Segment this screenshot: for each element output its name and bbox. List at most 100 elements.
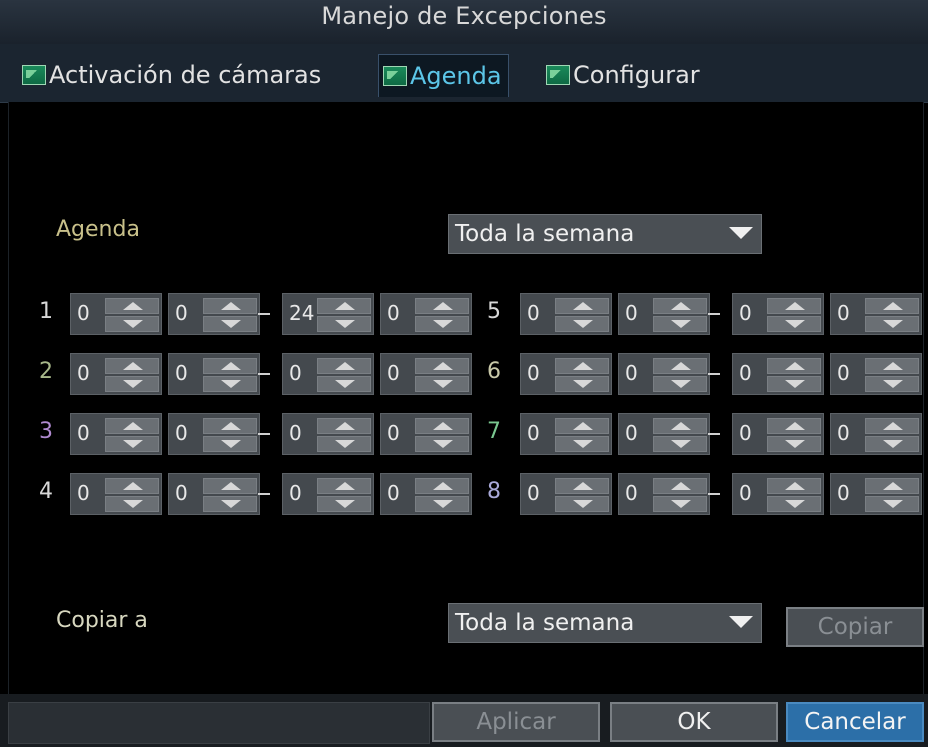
chevron-down-icon[interactable] xyxy=(415,376,469,392)
tab-camera-activation[interactable]: Activación de cámaras xyxy=(22,54,321,96)
end-hour-spinner[interactable]: 0 xyxy=(732,293,824,335)
chevron-down-icon[interactable] xyxy=(105,316,159,332)
chevron-down-icon[interactable] xyxy=(203,436,257,452)
chevron-up-icon[interactable] xyxy=(865,478,919,494)
chevron-down-icon[interactable] xyxy=(865,496,919,512)
chevron-down-icon[interactable] xyxy=(105,376,159,392)
start-minute-spinner[interactable]: 0 xyxy=(618,293,710,335)
schedule-day-select[interactable]: Toda la semana xyxy=(448,214,762,254)
chevron-down-icon[interactable] xyxy=(203,496,257,512)
start-hour-spinner[interactable]: 0 xyxy=(70,413,162,455)
chevron-down-icon[interactable] xyxy=(555,316,609,332)
chevron-up-icon[interactable] xyxy=(203,298,257,314)
end-minute-spinner[interactable]: 0 xyxy=(830,413,922,455)
chevron-up-icon[interactable] xyxy=(105,358,159,374)
chevron-down-icon[interactable] xyxy=(653,436,707,452)
end-minute-spinner[interactable]: 0 xyxy=(380,293,472,335)
start-minute-spinner[interactable]: 0 xyxy=(168,473,260,515)
chevron-down-icon[interactable] xyxy=(415,496,469,512)
chevron-up-icon[interactable] xyxy=(105,478,159,494)
chevron-up-icon[interactable] xyxy=(317,358,371,374)
chevron-up-icon[interactable] xyxy=(317,478,371,494)
chevron-up-icon[interactable] xyxy=(865,418,919,434)
apply-button[interactable]: Aplicar xyxy=(432,702,600,742)
end-hour-spinner[interactable]: 0 xyxy=(732,353,824,395)
start-hour-spinner[interactable]: 0 xyxy=(70,353,162,395)
end-hour-spinner[interactable]: 0 xyxy=(282,473,374,515)
chevron-up-icon[interactable] xyxy=(555,298,609,314)
chevron-up-icon[interactable] xyxy=(653,358,707,374)
start-hour-spinner[interactable]: 0 xyxy=(70,473,162,515)
end-hour-spinner[interactable]: 0 xyxy=(282,353,374,395)
start-hour-spinner[interactable]: 0 xyxy=(520,293,612,335)
end-minute-spinner[interactable]: 0 xyxy=(380,473,472,515)
end-hour-spinner[interactable]: 0 xyxy=(282,413,374,455)
start-hour-spinner[interactable]: 0 xyxy=(520,473,612,515)
chevron-up-icon[interactable] xyxy=(555,478,609,494)
chevron-up-icon[interactable] xyxy=(317,298,371,314)
end-minute-spinner[interactable]: 0 xyxy=(830,293,922,335)
chevron-down-icon[interactable] xyxy=(415,316,469,332)
chevron-up-icon[interactable] xyxy=(105,418,159,434)
chevron-down-icon[interactable] xyxy=(105,436,159,452)
chevron-up-icon[interactable] xyxy=(415,358,469,374)
start-hour-spinner[interactable]: 0 xyxy=(70,293,162,335)
chevron-down-icon[interactable] xyxy=(317,316,371,332)
chevron-up-icon[interactable] xyxy=(767,358,821,374)
chevron-up-icon[interactable] xyxy=(203,478,257,494)
chevron-up-icon[interactable] xyxy=(415,478,469,494)
start-hour-spinner[interactable]: 0 xyxy=(520,413,612,455)
end-minute-spinner[interactable]: 0 xyxy=(380,413,472,455)
chevron-down-icon[interactable] xyxy=(653,316,707,332)
cancel-button[interactable]: Cancelar xyxy=(786,702,924,742)
ok-button[interactable]: OK xyxy=(610,702,778,742)
chevron-up-icon[interactable] xyxy=(653,298,707,314)
chevron-down-icon[interactable] xyxy=(767,436,821,452)
chevron-up-icon[interactable] xyxy=(555,418,609,434)
chevron-up-icon[interactable] xyxy=(203,358,257,374)
chevron-up-icon[interactable] xyxy=(555,358,609,374)
chevron-down-icon[interactable] xyxy=(105,496,159,512)
end-hour-spinner[interactable]: 0 xyxy=(732,413,824,455)
end-minute-spinner[interactable]: 0 xyxy=(830,473,922,515)
end-minute-spinner[interactable]: 0 xyxy=(380,353,472,395)
chevron-down-icon[interactable] xyxy=(653,376,707,392)
chevron-up-icon[interactable] xyxy=(767,298,821,314)
end-hour-spinner[interactable]: 24 xyxy=(282,293,374,335)
start-minute-spinner[interactable]: 0 xyxy=(618,353,710,395)
chevron-down-icon[interactable] xyxy=(767,316,821,332)
chevron-up-icon[interactable] xyxy=(415,298,469,314)
start-minute-spinner[interactable]: 0 xyxy=(168,353,260,395)
chevron-down-icon[interactable] xyxy=(203,376,257,392)
chevron-down-icon[interactable] xyxy=(317,496,371,512)
copy-button[interactable]: Copiar xyxy=(786,607,924,647)
chevron-up-icon[interactable] xyxy=(203,418,257,434)
chevron-up-icon[interactable] xyxy=(767,478,821,494)
start-minute-spinner[interactable]: 0 xyxy=(168,413,260,455)
chevron-down-icon[interactable] xyxy=(865,376,919,392)
chevron-down-icon[interactable] xyxy=(317,436,371,452)
end-hour-spinner[interactable]: 0 xyxy=(732,473,824,515)
tab-schedule[interactable]: Agenda xyxy=(378,54,509,97)
chevron-up-icon[interactable] xyxy=(865,298,919,314)
chevron-down-icon[interactable] xyxy=(555,436,609,452)
chevron-down-icon[interactable] xyxy=(555,496,609,512)
chevron-down-icon[interactable] xyxy=(203,316,257,332)
chevron-up-icon[interactable] xyxy=(767,418,821,434)
chevron-down-icon[interactable] xyxy=(767,496,821,512)
chevron-up-icon[interactable] xyxy=(653,478,707,494)
chevron-down-icon[interactable] xyxy=(653,496,707,512)
tab-configure[interactable]: Configurar xyxy=(546,54,700,96)
chevron-up-icon[interactable] xyxy=(317,418,371,434)
start-minute-spinner[interactable]: 0 xyxy=(168,293,260,335)
start-minute-spinner[interactable]: 0 xyxy=(618,413,710,455)
chevron-down-icon[interactable] xyxy=(415,436,469,452)
chevron-down-icon[interactable] xyxy=(317,376,371,392)
copy-to-select[interactable]: Toda la semana xyxy=(448,603,762,643)
end-minute-spinner[interactable]: 0 xyxy=(830,353,922,395)
chevron-up-icon[interactable] xyxy=(415,418,469,434)
chevron-up-icon[interactable] xyxy=(105,298,159,314)
chevron-down-icon[interactable] xyxy=(555,376,609,392)
chevron-down-icon[interactable] xyxy=(865,316,919,332)
chevron-down-icon[interactable] xyxy=(865,436,919,452)
